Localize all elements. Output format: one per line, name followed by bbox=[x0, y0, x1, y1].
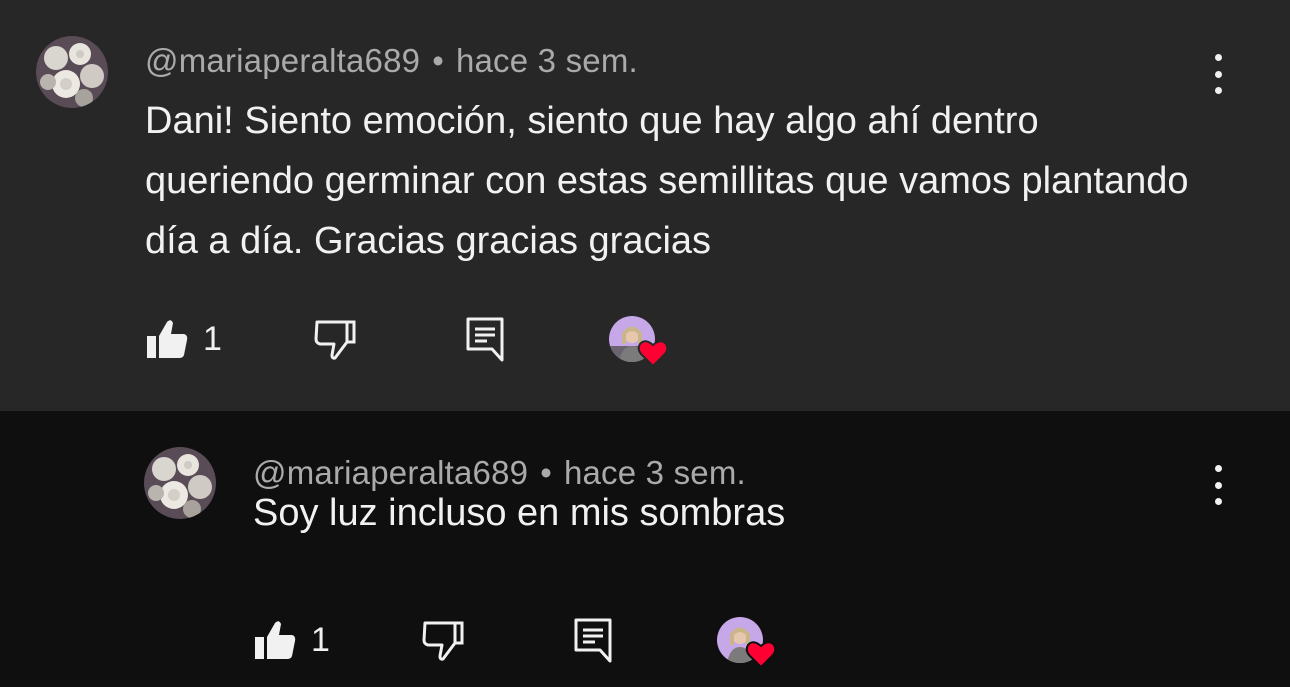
like-button[interactable] bbox=[145, 318, 189, 365]
comment-text: Soy luz incluso en mis sombras bbox=[253, 492, 786, 534]
like-count: 1 bbox=[203, 320, 222, 358]
reply-comment-icon bbox=[466, 317, 504, 362]
more-vertical-icon bbox=[1214, 54, 1222, 61]
creator-heart-badge bbox=[607, 314, 673, 372]
heart-icon bbox=[745, 641, 777, 669]
comment-reply: @mariaperalta689 • hace 3 sem. Soy luz inc… bbox=[0, 411, 1290, 687]
thumbs-down-icon bbox=[314, 320, 356, 360]
reply-comment-icon bbox=[574, 618, 612, 663]
more-vertical-icon bbox=[1214, 465, 1222, 472]
reply-button[interactable] bbox=[573, 617, 613, 668]
dislike-button[interactable] bbox=[313, 318, 357, 365]
dislike-button[interactable] bbox=[421, 619, 465, 666]
comment-text: Dani! Siento emoción, siento que hay alg… bbox=[145, 100, 1200, 262]
more-options-button[interactable] bbox=[1206, 463, 1230, 507]
comment-time[interactable]: hace 3 sem. bbox=[456, 42, 638, 79]
author-avatar[interactable] bbox=[36, 36, 108, 108]
creator-heart-badge bbox=[715, 615, 781, 673]
comment-thread-top: @mariaperalta689 • hace 3 sem. Dani! Sient… bbox=[0, 0, 1290, 411]
author-avatar[interactable] bbox=[144, 447, 216, 519]
heart-icon bbox=[637, 340, 669, 368]
like-count: 1 bbox=[311, 621, 330, 659]
roses-avatar-image bbox=[144, 447, 216, 519]
thumbs-up-icon bbox=[255, 621, 296, 659]
reply-button[interactable] bbox=[465, 316, 505, 367]
like-button[interactable] bbox=[253, 619, 297, 666]
meta-separator: • bbox=[432, 42, 444, 79]
thumbs-up-icon bbox=[147, 320, 188, 358]
more-options-button[interactable] bbox=[1206, 52, 1230, 96]
thumbs-down-icon bbox=[422, 621, 464, 661]
author-handle[interactable]: @mariaperalta689 bbox=[145, 42, 420, 79]
comment-meta: @mariaperalta689 • hace 3 sem. bbox=[145, 42, 638, 80]
roses-avatar-image bbox=[36, 36, 108, 108]
